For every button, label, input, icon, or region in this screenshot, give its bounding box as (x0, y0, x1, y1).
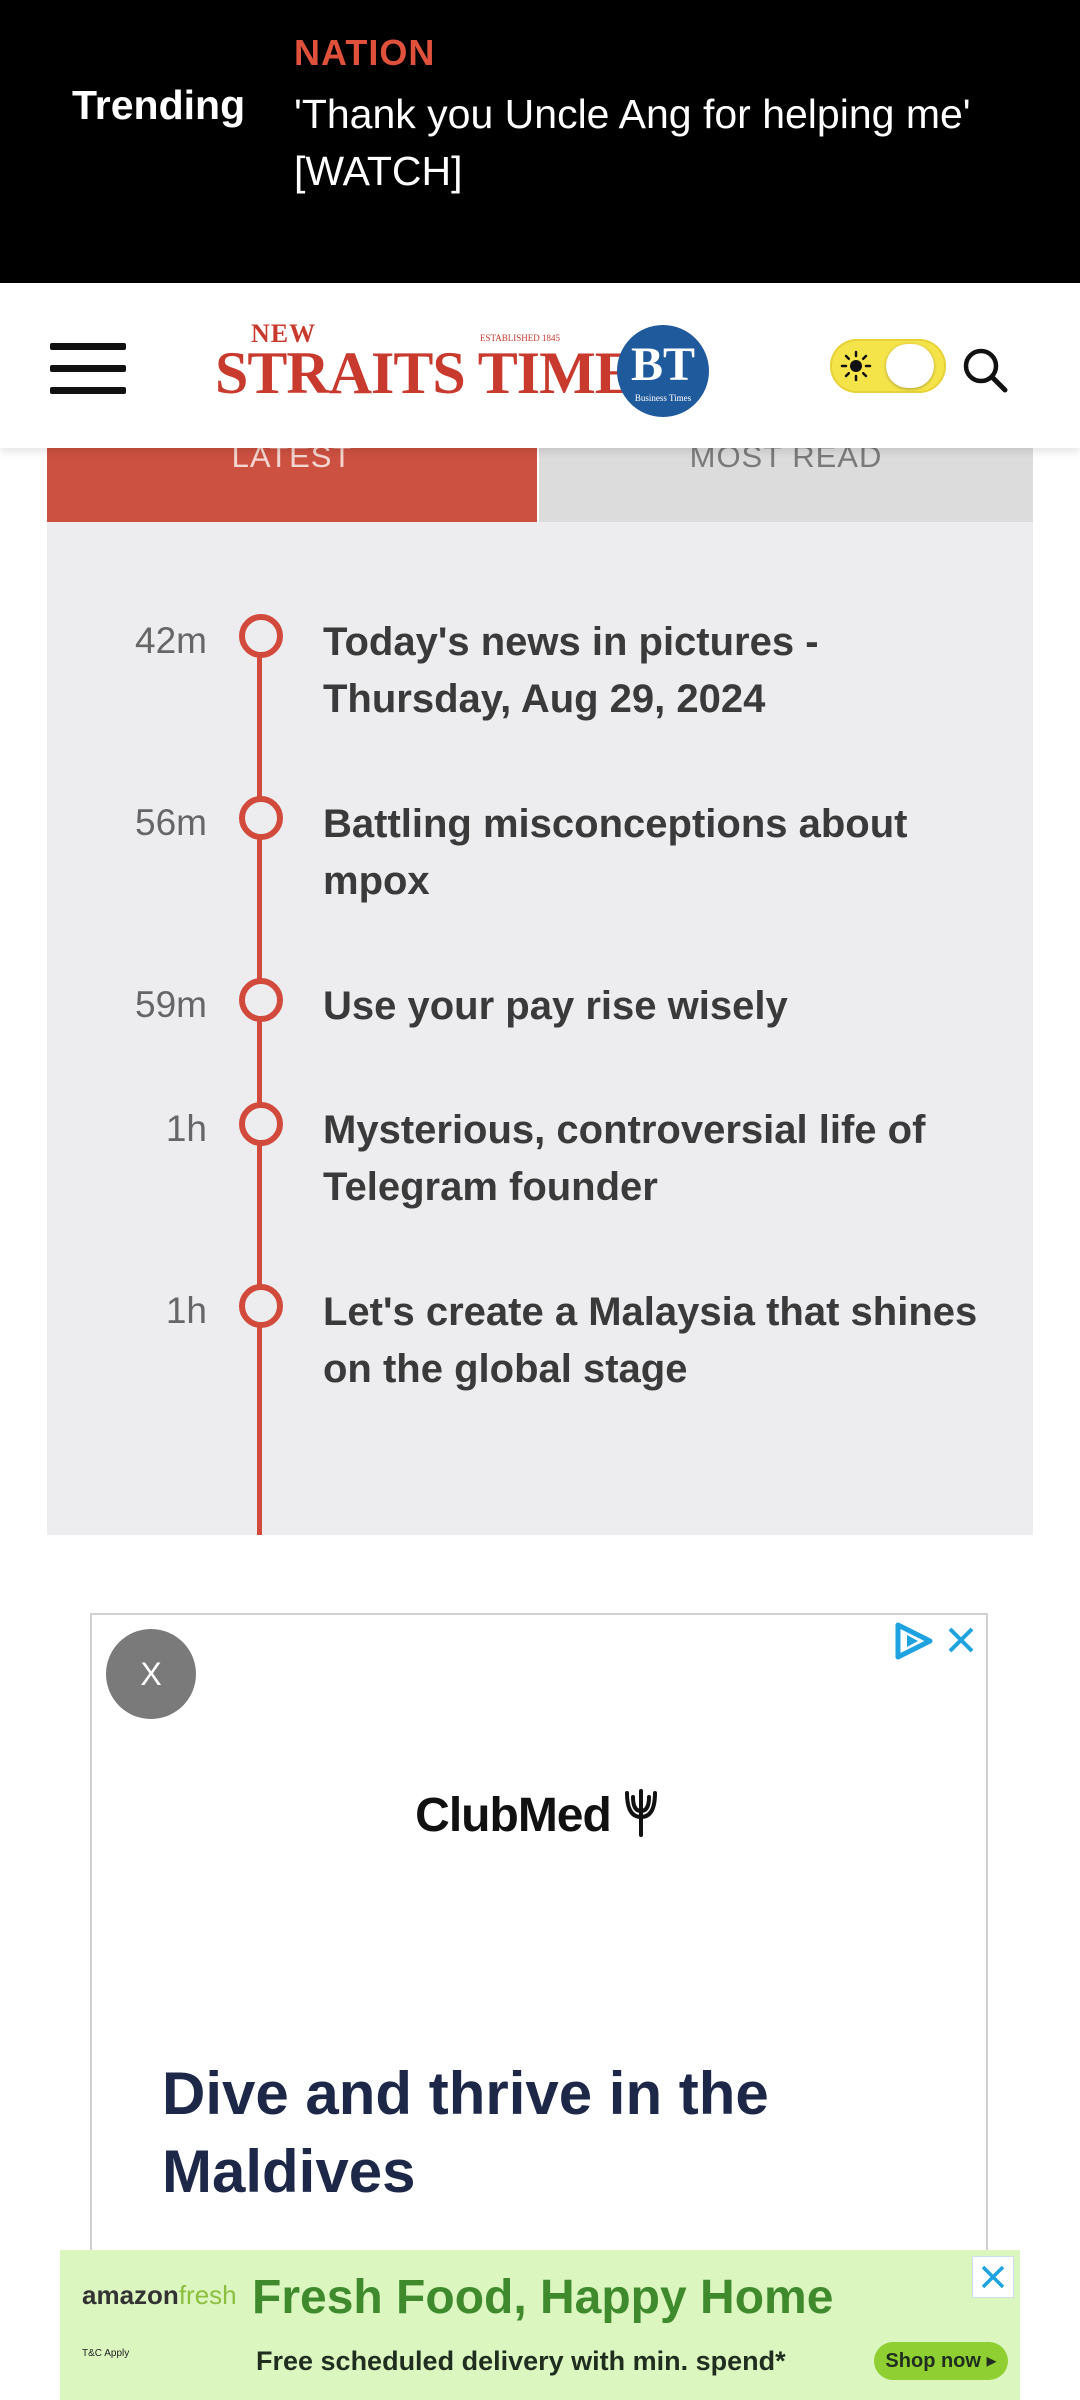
item-title[interactable]: Today's news in pictures - Thursday, Aug… (323, 614, 983, 728)
sun-icon (840, 350, 872, 382)
ad-brand: ClubMed (92, 1787, 986, 1843)
nst-logo[interactable]: NEW ESTABLISHED 1845 STRAITS TIMES (215, 319, 667, 409)
site-header: NEW ESTABLISHED 1845 STRAITS TIMES BT Bu… (0, 283, 1080, 448)
item-title[interactable]: Let's create a Malaysia that shines on t… (323, 1284, 983, 1398)
timeline-dot-icon (239, 1284, 283, 1328)
item-title[interactable]: Use your pay rise wisely (323, 978, 983, 1035)
bt-logo-text: BT (630, 338, 696, 391)
trending-category[interactable]: NATION (294, 32, 435, 74)
tab-most-read[interactable]: MOST READ (539, 440, 1033, 522)
toggle-knob (886, 344, 934, 388)
item-time: 1h (165, 1290, 207, 1331)
fresh-text: fresh (178, 2280, 237, 2310)
ad-headline[interactable]: Dive and thrive in the Maldives (162, 2055, 942, 2211)
banner-fine-print: T&C Apply (82, 2348, 130, 2359)
logo-main-text: STRAITS TIMES (215, 340, 667, 406)
item-title[interactable]: Battling misconceptions about mpox (323, 796, 983, 910)
adchoices-icon[interactable] (892, 1621, 936, 1661)
latest-news-panel: 42m Today's news in pictures - Thursday,… (47, 522, 1033, 1535)
item-title[interactable]: Mysterious, controversial life of Telegr… (323, 1102, 983, 1216)
item-time: 42m (135, 620, 207, 661)
timeline-dot-icon (239, 1102, 283, 1146)
item-time: 56m (135, 802, 207, 843)
amazon-fresh-logo: amazonfresh (82, 2280, 237, 2311)
timeline-dot-icon (239, 614, 283, 658)
close-icon[interactable] (944, 1623, 978, 1657)
shop-now-button[interactable]: Shop now ▸ (874, 2342, 1008, 2380)
banner-headline: Fresh Food, Happy Home (252, 2271, 834, 2324)
bottom-ad-banner[interactable]: amazonfresh T&C Apply Fresh Food, Happy … (60, 2250, 1020, 2400)
tab-latest[interactable]: LATEST (47, 440, 537, 522)
bt-logo[interactable]: BT Business Times (617, 325, 709, 417)
theme-toggle[interactable] (830, 339, 946, 393)
item-time: 1h (165, 1108, 207, 1149)
menu-icon[interactable] (50, 343, 126, 395)
timeline-dot-icon (239, 796, 283, 840)
trending-bar[interactable]: Trending NATION 'Thank you Uncle Ang for… (0, 0, 1080, 283)
close-icon[interactable] (972, 2256, 1014, 2298)
timeline-dot-icon (239, 978, 283, 1022)
trending-label: Trending (72, 82, 246, 128)
search-icon[interactable] (960, 345, 1010, 395)
item-time: 59m (135, 984, 207, 1025)
news-tabs: LATEST MOST READ (47, 440, 1033, 522)
trending-headline[interactable]: 'Thank you Uncle Ang for helping me' [WA… (294, 86, 1034, 200)
trident-icon (624, 1789, 657, 1837)
banner-subline: Free scheduled delivery with min. spend* (256, 2346, 786, 2376)
ad-brand-name: ClubMed (415, 1789, 612, 1842)
ad-dismiss-button[interactable]: X (106, 1629, 196, 1719)
amazon-text: amazon (82, 2280, 179, 2310)
bt-logo-subtext: Business Times (634, 393, 692, 403)
timeline-line (257, 632, 262, 1535)
